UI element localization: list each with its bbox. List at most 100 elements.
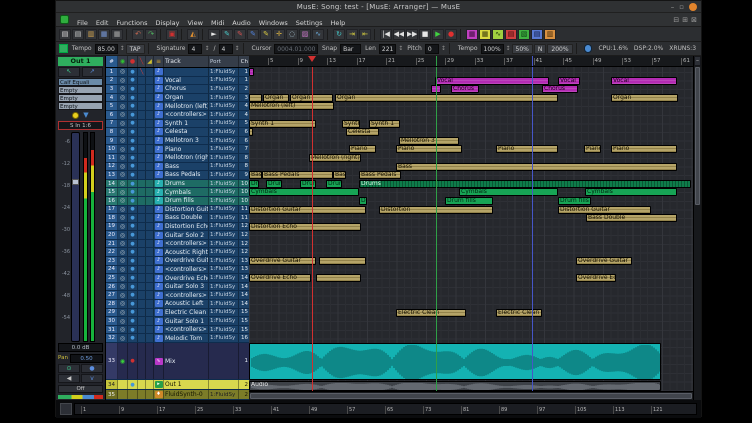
tempo-50-button[interactable]: 50% (512, 44, 533, 54)
tb-redo[interactable]: ↷ (145, 29, 157, 40)
track-name[interactable]: Drums (164, 180, 209, 188)
track-port[interactable]: 1:FluidSy (209, 334, 239, 342)
track-number[interactable]: 33 (106, 343, 118, 379)
track-port[interactable]: 1:FluidSy (209, 154, 239, 162)
track-port[interactable]: 1:FluidSy (209, 266, 239, 274)
tempo-spinner[interactable]: ↕ (120, 45, 125, 52)
tb-marker-editor[interactable]: ▤ (531, 29, 543, 40)
part-d[interactable]: D (359, 197, 367, 205)
tb-forward[interactable]: ▶▶ (406, 29, 418, 40)
track-type-icon[interactable]: ♪ (154, 197, 164, 205)
track-row-5[interactable]: 5◎●♪Mellotron (left)1:FluidSy4 (106, 102, 249, 111)
track-type-icon[interactable]: ♪ (154, 223, 164, 231)
track-number[interactable]: 19 (106, 223, 118, 231)
track-number[interactable]: 10 (106, 145, 118, 153)
part-overdrive-guitar[interactable]: Overdrive Guitar (249, 257, 316, 265)
menu-item-edit[interactable]: Edit (96, 19, 109, 27)
track-channel[interactable]: 13 (239, 257, 249, 265)
mute-indicator[interactable] (138, 223, 146, 231)
track-port[interactable]: 1:FluidSy (209, 180, 239, 188)
solo-indicator[interactable] (146, 283, 154, 291)
mute-indicator[interactable] (138, 266, 146, 274)
track-channel[interactable]: 2 (239, 380, 249, 389)
mute-indicator[interactable] (138, 214, 146, 222)
rack-slot-1[interactable]: Calf Equali (58, 78, 103, 86)
record-arm-icon[interactable]: ◎ (118, 154, 128, 162)
track-number[interactable]: 28 (106, 300, 118, 308)
mute-indicator[interactable] (138, 380, 146, 389)
monitor-dot-icon[interactable]: ● (128, 128, 138, 136)
tb-mixer-window[interactable]: ▥ (544, 29, 556, 40)
track-port[interactable]: 1:FluidSy (209, 171, 239, 179)
track-port[interactable]: 1:FluidSy (209, 274, 239, 282)
solo-indicator[interactable] (146, 85, 154, 93)
rack-slot-4[interactable]: Empty (58, 102, 103, 110)
track-number[interactable]: 30 (106, 317, 118, 325)
part-drums[interactable]: Drums (359, 180, 691, 188)
record-arm-icon[interactable]: ◎ (118, 214, 128, 222)
track-channel[interactable]: 1 (239, 343, 249, 379)
part-piano[interactable]: Piano (611, 145, 677, 153)
record-arm-icon[interactable]: ◎ (118, 317, 128, 325)
track-row-22[interactable]: 22◎●♪Acoustic Right1:FluidSy12 (106, 248, 249, 257)
track-port[interactable]: 1:FluidSy (209, 248, 239, 256)
record-arm-icon[interactable]: ◎ (118, 77, 128, 85)
monitor-dot-icon[interactable]: ● (128, 240, 138, 248)
part-piano[interactable]: Piano (496, 145, 558, 153)
tb-open[interactable]: ▥ (85, 29, 97, 40)
gain-readout[interactable]: 0.0 dB (58, 343, 103, 352)
solo-indicator[interactable] (146, 171, 154, 179)
solo-indicator[interactable] (146, 77, 154, 85)
tb-new-song[interactable]: ▤ (59, 29, 71, 40)
track-number[interactable]: 34 (106, 380, 118, 389)
tb-loop[interactable]: ↻ (333, 29, 345, 40)
part-electric-clean[interactable]: Electric Clean (496, 309, 542, 317)
part-mellotron-right-[interactable]: Mellotron (right) (309, 154, 361, 162)
track-row-26[interactable]: 26◎●♪Guitar Solo 31:FluidSy14 (106, 283, 249, 292)
track-row-21[interactable]: 21◎●♪<controllers>1:FluidSy12 (106, 240, 249, 249)
track-row-34[interactable]: 34●▸Out 12 (106, 380, 249, 390)
track-row-2[interactable]: 2◎●♪Vocal1:FluidSy1 (106, 77, 249, 86)
header-num[interactable]: # (106, 56, 118, 67)
record-arm-icon[interactable]: ◎ (118, 163, 128, 171)
monitor-dot-icon[interactable]: ● (128, 120, 138, 128)
track-channel[interactable]: 8 (239, 154, 249, 162)
tb-punch-in[interactable]: ⇥ (346, 29, 358, 40)
mute-indicator[interactable] (138, 85, 146, 93)
track-type-icon[interactable]: ♪ (154, 240, 164, 248)
monitor-dot-icon[interactable]: ● (128, 145, 138, 153)
part-bass[interactable]: Bass (333, 171, 346, 179)
track-port[interactable]: 1:FluidSy (209, 291, 239, 299)
track-row-31[interactable]: 31◎●♪<controllers>1:FluidSy15 (106, 326, 249, 335)
sync-route-box[interactable]: S In 1:6 (58, 121, 103, 130)
record-arm-icon[interactable]: ◎ (118, 309, 128, 317)
mute-indicator[interactable] (138, 326, 146, 334)
monitor-dot-icon[interactable]: ● (128, 248, 138, 256)
sig-den-spinner[interactable]: ↕ (235, 45, 240, 52)
track-port[interactable]: 1:FluidSy (209, 163, 239, 171)
track-row-13[interactable]: 13◎●♪Bass Pedals1:FluidSy9 (106, 171, 249, 180)
track-number[interactable]: 25 (106, 274, 118, 282)
track-channel[interactable]: 9 (239, 171, 249, 179)
track-row-4[interactable]: 4◎●♪Organ1:FluidSy3 (106, 94, 249, 103)
track-name[interactable]: <controllers> (164, 291, 209, 299)
solo-indicator[interactable] (146, 68, 154, 76)
header-class-icon[interactable]: ≡ (154, 56, 164, 67)
track-name[interactable]: Guitar Solo 1 (164, 317, 209, 325)
track-name[interactable]: Acoustic Right (164, 248, 209, 256)
mute-indicator[interactable] (138, 120, 146, 128)
vertical-scrollbar[interactable]: – (693, 56, 701, 400)
track-port[interactable]: 1:FluidSy (209, 128, 239, 136)
track-row-17[interactable]: 17◎●♪Distortion Guitar1:FluidSy11 (106, 206, 249, 215)
track-type-icon[interactable]: ♪ (154, 334, 164, 342)
solo-indicator[interactable] (146, 223, 154, 231)
track-row-33[interactable]: 33◉●∿Mix1 (106, 343, 249, 380)
mute-indicator[interactable] (138, 111, 146, 119)
track-port[interactable]: 1:FluidSy (209, 120, 239, 128)
track-port[interactable]: 1:FluidSy (209, 309, 239, 317)
track-row-25[interactable]: 25◎●♪Overdrive Echo1:FluidSy14 (106, 274, 249, 283)
mute-indicator[interactable] (138, 248, 146, 256)
track-name[interactable]: Out 1 (164, 380, 209, 389)
signature-numerator[interactable]: 4 (188, 44, 202, 54)
record-arm-icon[interactable]: ◎ (118, 266, 128, 274)
